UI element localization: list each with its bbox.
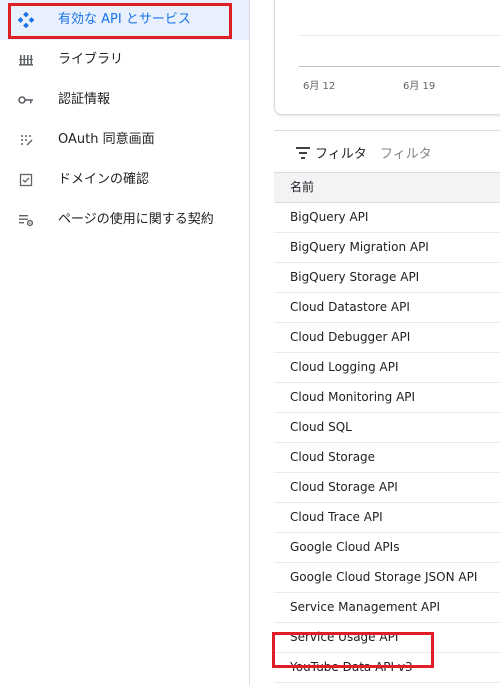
traffic-chart-card: 6月 12 6月 19 (274, 0, 500, 115)
sidebar-item-library[interactable]: ライブラリ (0, 40, 249, 80)
chart-gridline (299, 35, 500, 36)
table-row[interactable]: Cloud Logging API (274, 353, 500, 383)
sidebar-item-oauth-consent[interactable]: OAuth 同意画面 (0, 120, 249, 160)
sidebar-item-label: ドメインの確認 (58, 172, 150, 187)
sidebar-item-label: ライブラリ (58, 52, 124, 67)
table-row[interactable]: Google Cloud Storage JSON API (274, 563, 500, 593)
sidebar-item-label: 有効な API とサービス (58, 12, 191, 27)
sidebar-item-label: 認証情報 (58, 92, 111, 107)
sidebar-item-domain-verification[interactable]: ドメインの確認 (0, 160, 249, 200)
table-row[interactable]: Service Usage API (274, 623, 500, 653)
settings-list-icon (18, 212, 34, 228)
table-row[interactable]: YouTube Data API v3 (274, 653, 500, 683)
chart-x-tick: 6月 12 (303, 81, 336, 92)
table-row[interactable]: Service Management API (274, 593, 500, 623)
sidebar: 有効な API とサービス ライブラリ 認証情報 OAuth 同意画面 ドメイン… (0, 0, 250, 685)
table-row[interactable]: Cloud SQL (274, 413, 500, 443)
sidebar-item-enabled-apis[interactable]: 有効な API とサービス (0, 0, 249, 40)
table-row[interactable]: Cloud Monitoring API (274, 383, 500, 413)
sidebar-item-label: ページの使用に関する契約 (58, 212, 214, 227)
table-row[interactable]: Google Cloud APIs (274, 533, 500, 563)
filter-input[interactable]: フィルタ (380, 143, 432, 162)
oauth-consent-icon (18, 132, 34, 148)
table-row[interactable]: Cloud Datastore API (274, 293, 500, 323)
api-diamond-icon (18, 12, 34, 28)
column-header-name[interactable]: 名前 (274, 172, 500, 203)
api-table: 名前 BigQuery API BigQuery Migration API B… (274, 172, 500, 683)
table-row[interactable]: Cloud Storage API (274, 473, 500, 503)
table-row[interactable]: BigQuery Migration API (274, 233, 500, 263)
table-row[interactable]: Cloud Storage (274, 443, 500, 473)
sidebar-item-page-usage-agreements[interactable]: ページの使用に関する契約 (0, 200, 249, 240)
sidebar-item-label: OAuth 同意画面 (58, 132, 155, 147)
table-row[interactable]: Cloud Trace API (274, 503, 500, 533)
filter-bar: フィルタ フィルタ (274, 130, 500, 173)
key-icon (18, 92, 34, 108)
filter-label: フィルタ (315, 147, 367, 162)
table-row[interactable]: Cloud Debugger API (274, 323, 500, 353)
library-icon (18, 52, 34, 68)
filter-icon[interactable] (296, 147, 310, 159)
checkbox-icon (18, 172, 34, 188)
sidebar-item-credentials[interactable]: 認証情報 (0, 80, 249, 120)
chart-x-tick: 6月 19 (403, 81, 436, 92)
chart-x-axis (299, 66, 500, 67)
table-row[interactable]: BigQuery Storage API (274, 263, 500, 293)
table-row[interactable]: BigQuery API (274, 203, 500, 233)
